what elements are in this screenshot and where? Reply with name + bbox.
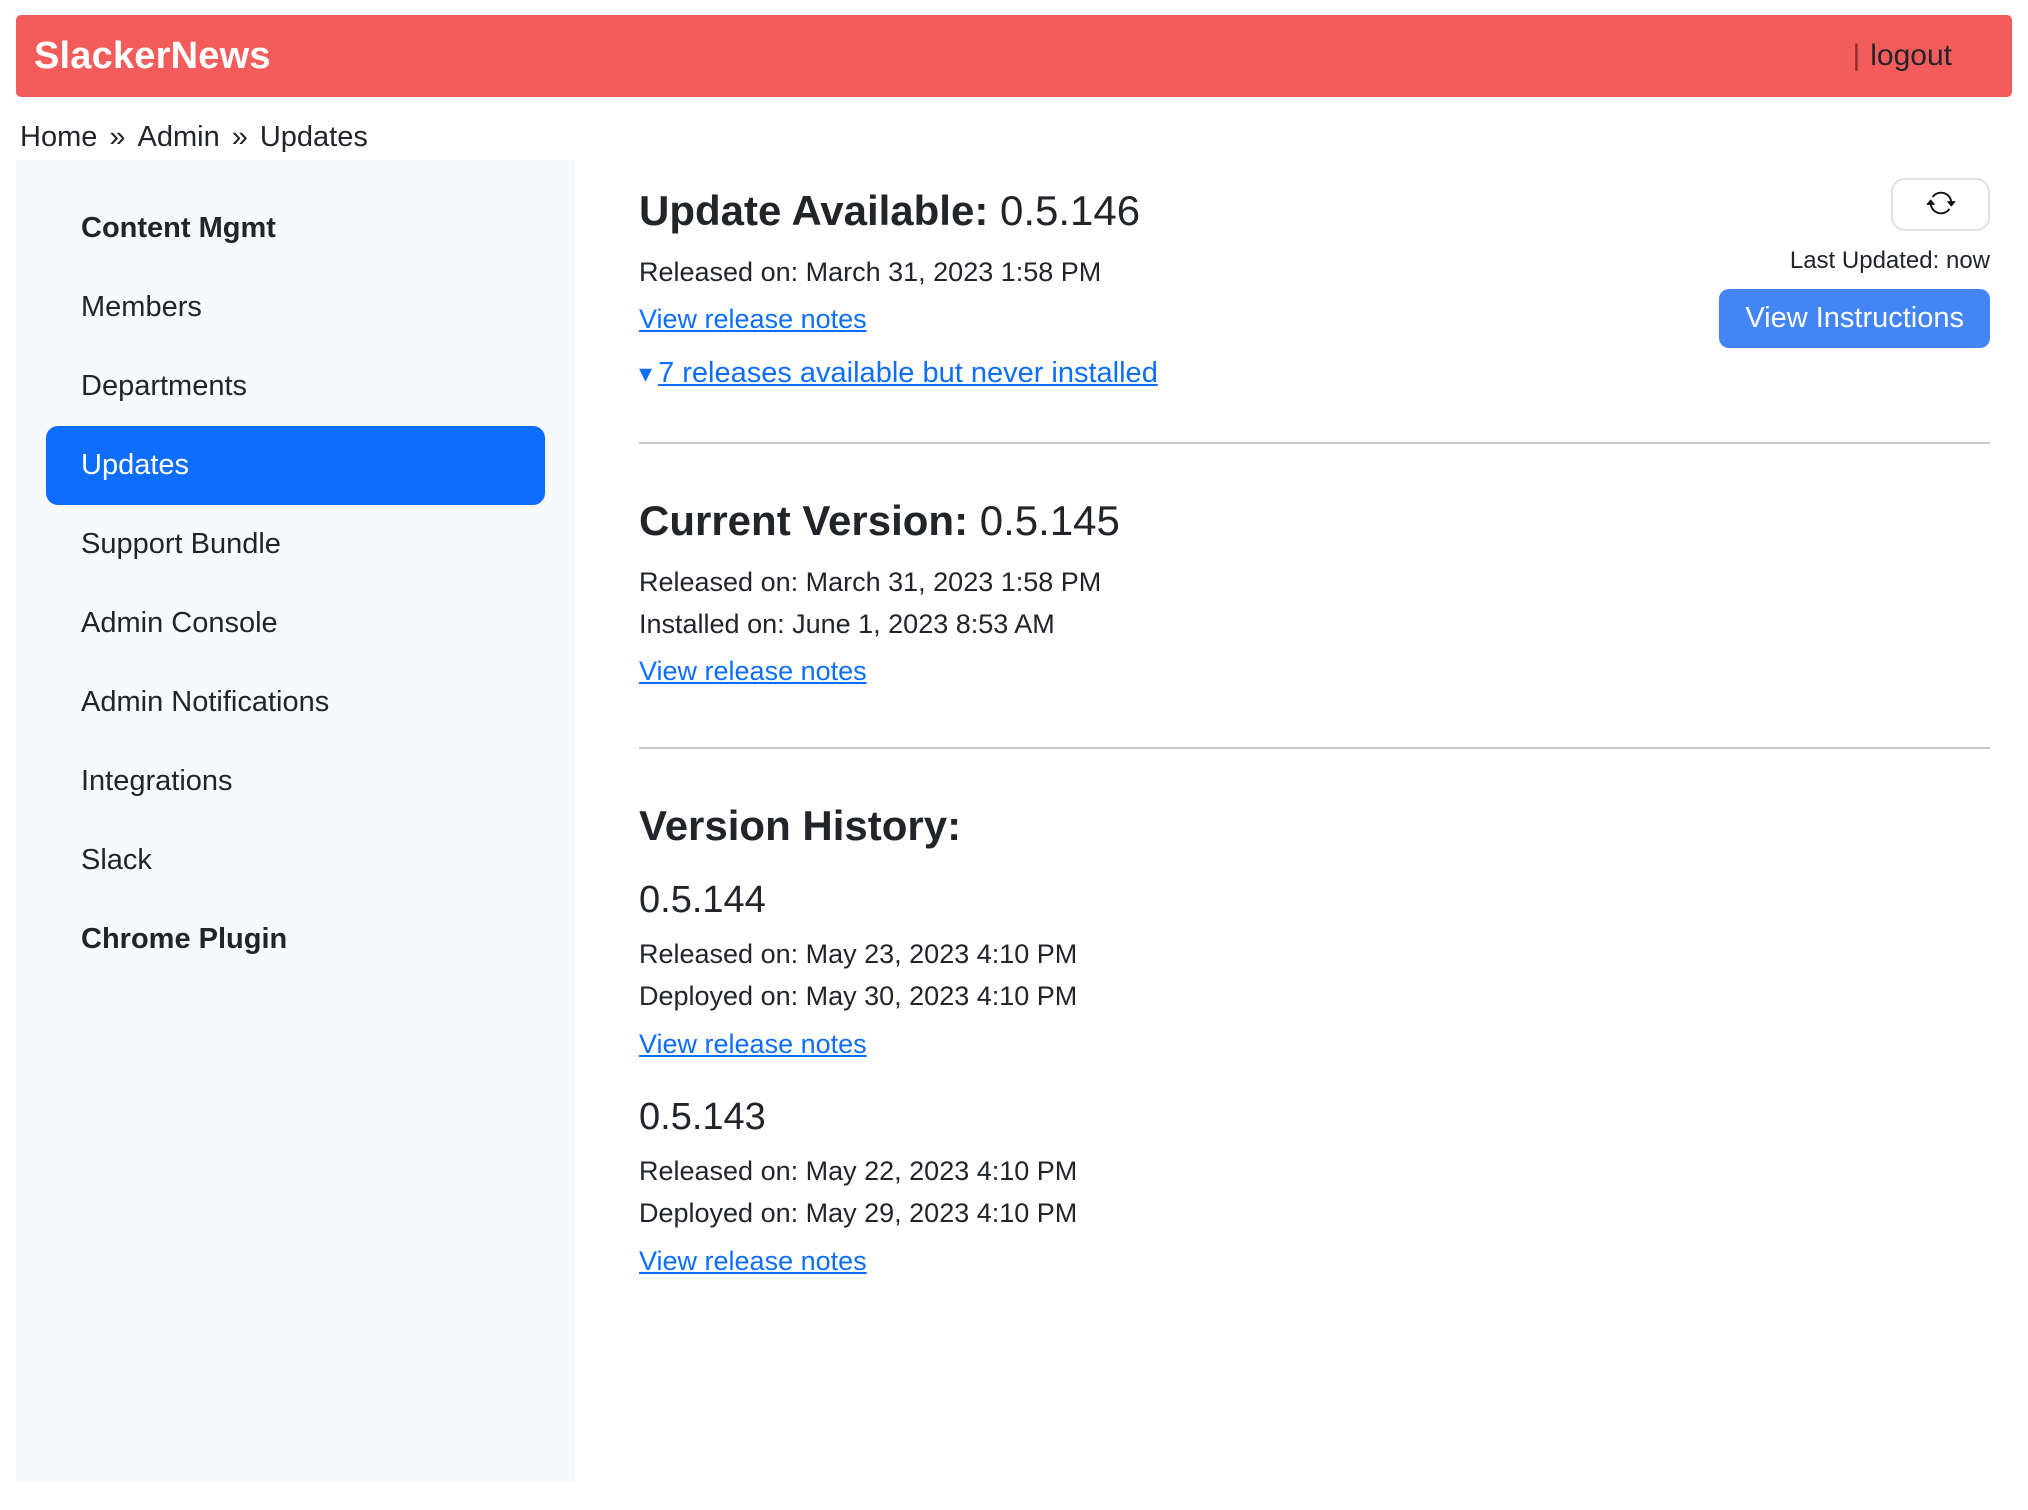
version-number: 0.5.143 <box>639 1096 1990 1139</box>
sidebar-item-slack[interactable]: Slack <box>46 821 545 900</box>
version-history-heading: Version History: <box>639 801 1990 851</box>
sidebar-item-updates[interactable]: Updates <box>46 426 545 505</box>
sidebar-item-departments[interactable]: Departments <box>46 347 545 426</box>
sidebar-item-chrome-plugin[interactable]: Chrome Plugin <box>46 900 545 979</box>
current-installed-on: Installed on: June 1, 2023 8:53 AM <box>639 606 1990 642</box>
logout-separator: | <box>1852 39 1860 73</box>
sidebar-item-members[interactable]: Members <box>46 268 545 347</box>
update-available-section: Update Available: 0.5.146 Released on: M… <box>639 160 1990 390</box>
current-version-section: Current Version: 0.5.145 Released on: Ma… <box>639 496 1990 695</box>
version-entry: 0.5.143 Released on: May 22, 2023 4:10 P… <box>639 1096 1990 1285</box>
version-released-on: Released on: May 22, 2023 4:10 PM <box>639 1153 1990 1189</box>
version-number: 0.5.144 <box>639 879 1990 922</box>
version-release-notes-link[interactable]: View release notes <box>639 1029 867 1060</box>
app-title: SlackerNews <box>34 35 271 78</box>
section-divider <box>639 442 1990 444</box>
sidebar-item-integrations[interactable]: Integrations <box>46 742 545 821</box>
update-tools: Last Updated: now View Instructions <box>1700 160 1990 348</box>
sidebar-item-content-mgmt[interactable]: Content Mgmt <box>46 189 545 268</box>
version-release-notes-link[interactable]: View release notes <box>639 1246 867 1277</box>
caret-down-icon: ▾ <box>639 360 652 386</box>
breadcrumb-current: Updates <box>260 121 368 154</box>
sidebar-item-support-bundle[interactable]: Support Bundle <box>46 505 545 584</box>
sidebar-item-admin-console[interactable]: Admin Console <box>46 584 545 663</box>
version-deployed-on: Deployed on: May 30, 2023 4:10 PM <box>639 978 1990 1014</box>
last-updated-text: Last Updated: now <box>1790 247 1990 275</box>
current-release-notes-link[interactable]: View release notes <box>639 656 867 687</box>
updates-page: Update Available: 0.5.146 Released on: M… <box>639 160 2012 1325</box>
update-available-label: Update Available: <box>639 187 988 234</box>
releases-toggle-link[interactable]: 7 releases available but never installed <box>658 357 1158 390</box>
update-available-version: 0.5.146 <box>1000 187 1140 234</box>
sidebar-item-admin-notifications[interactable]: Admin Notifications <box>46 663 545 742</box>
breadcrumb: Home » Admin » Updates <box>20 121 2012 154</box>
section-divider <box>639 747 1990 749</box>
current-version-heading: Current Version: 0.5.145 <box>639 496 1990 546</box>
logout-area: | logout <box>1852 39 1952 73</box>
update-release-notes-link[interactable]: View release notes <box>639 304 867 335</box>
breadcrumb-admin[interactable]: Admin <box>138 121 220 154</box>
breadcrumb-home[interactable]: Home <box>20 121 97 154</box>
update-available-heading: Update Available: 0.5.146 <box>639 186 1158 236</box>
app-header: SlackerNews | logout <box>16 15 2012 97</box>
refresh-icon <box>1926 188 1956 221</box>
logout-link[interactable]: logout <box>1870 39 1952 73</box>
current-released-on: Released on: March 31, 2023 1:58 PM <box>639 564 1990 600</box>
version-entry: 0.5.144 Released on: May 23, 2023 4:10 P… <box>639 879 1990 1068</box>
refresh-button[interactable] <box>1891 178 1990 231</box>
releases-toggle-row: ▾ 7 releases available but never install… <box>639 357 1158 390</box>
admin-sidebar: Content Mgmt Members Departments Updates… <box>16 160 575 1483</box>
update-released-on: Released on: March 31, 2023 1:58 PM <box>639 254 1158 290</box>
version-history-section: Version History: 0.5.144 Released on: Ma… <box>639 801 1990 1284</box>
current-version-label: Current Version: <box>639 497 968 544</box>
view-instructions-button[interactable]: View Instructions <box>1719 289 1990 348</box>
version-released-on: Released on: May 23, 2023 4:10 PM <box>639 936 1990 972</box>
version-deployed-on: Deployed on: May 29, 2023 4:10 PM <box>639 1195 1990 1231</box>
content-layout: Content Mgmt Members Departments Updates… <box>16 160 2012 1483</box>
breadcrumb-separator: » <box>109 121 125 154</box>
current-version-number: 0.5.145 <box>980 497 1120 544</box>
update-available-info: Update Available: 0.5.146 Released on: M… <box>639 160 1158 390</box>
breadcrumb-separator: » <box>232 121 248 154</box>
